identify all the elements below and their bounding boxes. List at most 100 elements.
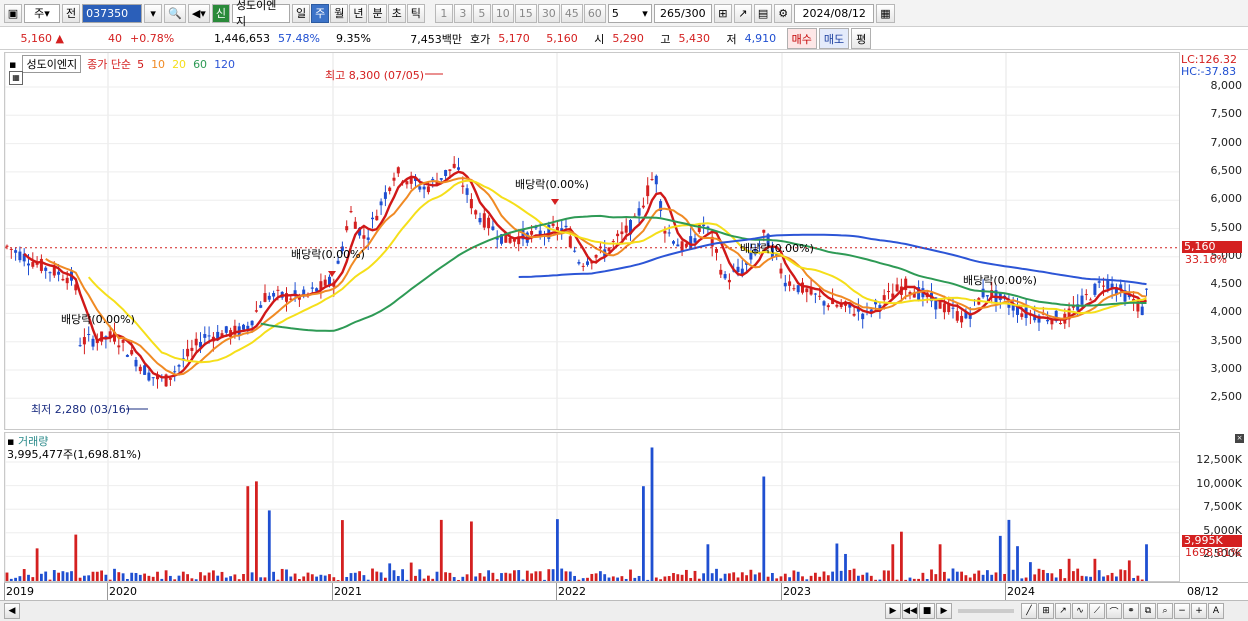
tab-4[interactable]: 분 (368, 3, 387, 23)
volume-bar (156, 571, 159, 581)
ma-legend-10[interactable]: 10 (151, 58, 165, 71)
count-field[interactable]: 265/300 (653, 3, 712, 23)
volume-bar (52, 570, 56, 581)
candle-body (302, 289, 306, 295)
scroll-track[interactable] (20, 603, 884, 619)
high-label: 고 (660, 32, 671, 46)
candle-body (719, 269, 723, 275)
price-tag-pct: 33.16% (1185, 253, 1227, 266)
candle-body (27, 263, 30, 266)
candle-body (861, 313, 865, 320)
price-chart[interactable] (5, 53, 1180, 430)
zoom-out-icon[interactable]: − (1174, 603, 1190, 619)
ma-legend-60[interactable]: 60 (193, 58, 207, 71)
ma-legend-120[interactable]: 120 (214, 58, 235, 71)
window-icon[interactable]: ▣ (4, 3, 22, 23)
date-field[interactable]: 2024/08/12 (794, 3, 875, 23)
scroll-right-icon[interactable]: ▶ (885, 603, 901, 619)
calendar-icon[interactable]: ▦ (876, 3, 895, 23)
volume-bar (439, 519, 443, 581)
candle-body (852, 313, 856, 316)
buy-button[interactable]: 매수 (786, 28, 817, 49)
draw-fan-icon[interactable]: ⌒ (1106, 603, 1122, 619)
price-chart-panel[interactable]: ▪ 성도이엔지 종가 단순 5 10 20 60 120 ▦ 최고 8,300 (07/… (4, 52, 1180, 430)
tab-1[interactable]: 주 (311, 3, 330, 23)
tab-6[interactable]: 틱 (406, 3, 425, 23)
candle-body (1097, 281, 1101, 283)
copy-icon[interactable]: ⧉ (1140, 603, 1156, 619)
candle-body (57, 271, 61, 275)
tab-3[interactable]: 년 (349, 3, 368, 23)
price-y-tick: 3,000 (1210, 362, 1243, 375)
candle-body (822, 301, 826, 306)
interval-0[interactable]: 1 (434, 3, 453, 23)
interval-5[interactable]: 30 (537, 3, 560, 23)
tab-5[interactable]: 초 (387, 3, 406, 23)
speaker-icon[interactable]: ◀▾ (187, 3, 210, 23)
x-axis-label: 2023 (783, 585, 811, 598)
prev-button[interactable]: 전 (62, 3, 81, 23)
link-icon[interactable]: ⚭ (1123, 603, 1139, 619)
count-total: /300 (680, 6, 706, 20)
volume-bar (943, 571, 946, 581)
interval-3[interactable]: 10 (491, 3, 514, 23)
chart-settings-icon[interactable]: ▦ (9, 71, 23, 85)
volume-bar (341, 520, 344, 581)
volume-bar (981, 574, 985, 581)
candle-body (422, 186, 426, 190)
interval-4[interactable]: 15 (514, 3, 537, 23)
draw-tool-icon[interactable]: ⊞ (1038, 603, 1054, 619)
x-axis-label: 2021 (334, 585, 362, 598)
draw-line-icon[interactable]: ╱ (1021, 603, 1037, 619)
draw-trend-icon[interactable]: ⟋ (1089, 603, 1105, 619)
overlay-icon[interactable]: ↗ (733, 3, 752, 23)
gear-icon[interactable]: ⚙ (774, 3, 793, 23)
legend-stock-name[interactable]: 성도이엔지 (22, 55, 82, 73)
save-icon[interactable]: ▤ (753, 3, 773, 23)
ma-legend-20[interactable]: 20 (172, 58, 186, 71)
search-icon[interactable]: 🔍 (164, 3, 186, 23)
tab-2[interactable]: 월 (330, 3, 349, 23)
volume-bar (672, 573, 675, 581)
interval-6[interactable]: 45 (560, 3, 583, 23)
candle-type-icon[interactable]: ⊞ (713, 3, 732, 23)
eval-button[interactable]: 평 (851, 28, 872, 49)
volume-bar (117, 572, 121, 581)
date-value: 2024/08/12 (802, 6, 866, 20)
ma-legend-5[interactable]: 5 (137, 58, 144, 71)
interval-2[interactable]: 5 (472, 3, 491, 23)
interval-7[interactable]: 60 (583, 3, 606, 23)
scroll-left-icon[interactable]: ◀ (4, 603, 20, 619)
volume-chart[interactable] (5, 433, 1180, 582)
draw-wave-icon[interactable]: ∿ (1072, 603, 1088, 619)
code-dropdown-icon[interactable]: ▾ (144, 3, 163, 23)
zoom-in-icon[interactable]: + (1191, 603, 1207, 619)
font-size-icon[interactable]: A (1208, 603, 1224, 619)
volume-bar (525, 570, 529, 581)
sell-button[interactable]: 매도 (818, 28, 850, 49)
play-icon[interactable]: ▶ (936, 603, 952, 619)
volume-close-icon[interactable]: × (1235, 434, 1244, 443)
bid-price: 5,160 (546, 32, 578, 45)
interval-1[interactable]: 3 (453, 3, 472, 23)
interval-select[interactable]: 5 ▾ (607, 3, 652, 23)
volume-bar (955, 571, 959, 581)
volume-chart-panel[interactable]: ▪ 거래량 3,995,477주(1,698.81%) (4, 432, 1180, 582)
rewind-icon[interactable]: ◀◀ (902, 603, 918, 619)
volume-bar (280, 568, 284, 581)
stop-icon[interactable]: ■ (919, 603, 935, 619)
candle-body (444, 170, 448, 176)
volume-bar (792, 570, 796, 581)
candle-body (818, 295, 822, 297)
speed-slider[interactable] (958, 609, 1014, 613)
volume-bar (973, 573, 976, 581)
tab-0[interactable]: 일 (291, 3, 311, 23)
volume-bar (319, 574, 323, 581)
volume-bar (74, 534, 78, 581)
draw-arrow-icon[interactable]: ↗ (1055, 603, 1071, 619)
stock-code-input[interactable]: 037350 (82, 3, 143, 23)
search-zoom-icon[interactable]: ⌕ (1157, 603, 1173, 619)
volume-bar (358, 571, 361, 581)
candle-body (981, 288, 985, 298)
period-select[interactable]: 주 ▾ (24, 3, 60, 23)
